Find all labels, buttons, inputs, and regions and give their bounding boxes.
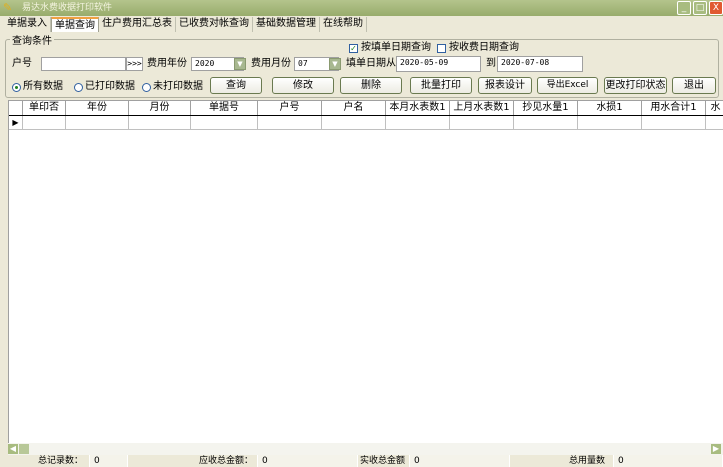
scroll-right-icon[interactable]: ▶ — [711, 444, 721, 454]
row-pointer-icon: ▶ — [9, 116, 23, 129]
month-label: 费用月份 — [251, 58, 291, 69]
window-title: 易达水费收据打印软件 — [22, 3, 113, 13]
edit-button[interactable]: 修改 — [272, 77, 334, 94]
radio-all[interactable] — [12, 83, 21, 92]
app-icon: ✎ — [3, 1, 13, 14]
column-header[interactable]: 年份 — [66, 101, 129, 115]
receivable-label: 应收总金额： — [128, 455, 258, 467]
tab-entry[interactable]: 单据录入 — [4, 17, 51, 32]
date-from-input[interactable]: 2020-05-09 — [396, 56, 481, 72]
tab-basedata[interactable]: 基础数据管理 — [253, 17, 320, 32]
export-excel-button[interactable]: 导出Excel — [537, 77, 598, 94]
chevron-down-icon[interactable]: ▼ — [234, 58, 246, 70]
delete-button[interactable]: 删除 — [340, 77, 402, 94]
tab-summary[interactable]: 住户费用汇总表 — [99, 17, 176, 32]
column-header[interactable]: 户名 — [322, 101, 386, 115]
column-header[interactable]: 水 — [706, 101, 723, 115]
change-print-status-button[interactable]: 更改打印状态 — [604, 77, 667, 94]
scroll-thumb[interactable] — [19, 444, 29, 454]
query-group-label: 查询条件 — [10, 32, 54, 47]
close-button[interactable]: X — [709, 1, 723, 15]
status-bar: 总记录数： 0 应收总金额： 0 实收总金额 0 总用量数 0 — [0, 455, 723, 467]
report-design-button[interactable]: 报表设计 — [478, 77, 532, 94]
column-header[interactable]: 本月水表数1 — [386, 101, 450, 115]
radio-unprinted[interactable] — [142, 83, 151, 92]
column-header[interactable]: 用水合计1 — [642, 101, 706, 115]
column-header[interactable]: 水损1 — [578, 101, 642, 115]
exit-button[interactable]: 退出 — [672, 77, 716, 94]
chevron-down-icon[interactable]: ▼ — [329, 58, 341, 70]
radio-all-label: 所有数据 — [23, 81, 63, 92]
received-label: 实收总金额 — [358, 455, 410, 467]
pay-date-label: 按收费日期查询 — [449, 42, 519, 53]
scroll-left-icon[interactable]: ◀ — [8, 444, 18, 454]
fill-date-checkbox[interactable]: ✓ — [349, 44, 358, 53]
column-header[interactable]: 单印否 — [23, 101, 66, 115]
year-label: 费用年份 — [147, 58, 187, 69]
column-header[interactable]: 户号 — [258, 101, 322, 115]
pay-date-checkbox[interactable] — [437, 44, 446, 53]
account-label: 户号 — [12, 58, 32, 69]
batch-print-button[interactable]: 批量打印 — [410, 77, 472, 94]
total-usage-value: 0 — [614, 455, 723, 467]
account-lookup-button[interactable]: >>> — [126, 57, 143, 71]
tab-bar: 单据录入 单据查询 住户费用汇总表 已收费对帐查询 基础数据管理 在线帮助 — [4, 17, 367, 32]
horizontal-scrollbar[interactable]: ◀ ▶ — [8, 443, 723, 455]
total-records-label: 总记录数： — [0, 455, 90, 467]
row-indicator-header — [9, 101, 23, 115]
tab-help[interactable]: 在线帮助 — [320, 17, 367, 32]
total-records-value: 0 — [90, 455, 128, 467]
receivable-value: 0 — [258, 455, 358, 467]
date-to-label: 到 — [486, 58, 496, 69]
fill-date-label: 按填单日期查询 — [361, 42, 431, 53]
total-usage-label: 总用量数 — [510, 455, 614, 467]
column-header[interactable]: 单据号 — [191, 101, 258, 115]
account-input[interactable] — [41, 57, 126, 71]
radio-printed-label: 已打印数据 — [85, 81, 135, 92]
date-from-label: 填单日期从 — [346, 58, 396, 69]
radio-unprinted-label: 未打印数据 — [153, 81, 203, 92]
date-to-input[interactable]: 2020-07-08 — [497, 56, 583, 72]
column-header[interactable]: 抄见水量1 — [514, 101, 578, 115]
received-value: 0 — [410, 455, 510, 467]
results-grid[interactable]: 单印否 年份 月份 单据号 户号 户名 本月水表数1 上月水表数1 抄见水量1 … — [8, 100, 723, 443]
maximize-button[interactable]: □ — [693, 1, 707, 15]
column-header[interactable]: 上月水表数1 — [450, 101, 514, 115]
tab-query[interactable]: 单据查询 — [51, 17, 99, 32]
query-button[interactable]: 查询 — [210, 77, 262, 94]
radio-printed[interactable] — [74, 83, 83, 92]
table-row[interactable]: ▶ — [9, 116, 723, 130]
minimize-button[interactable]: _ — [677, 1, 691, 15]
column-header[interactable]: 月份 — [129, 101, 191, 115]
tab-reconcile[interactable]: 已收费对帐查询 — [176, 17, 253, 32]
title-bar: 易达水费收据打印软件 — [0, 0, 723, 16]
grid-header: 单印否 年份 月份 单据号 户号 户名 本月水表数1 上月水表数1 抄见水量1 … — [9, 101, 723, 116]
